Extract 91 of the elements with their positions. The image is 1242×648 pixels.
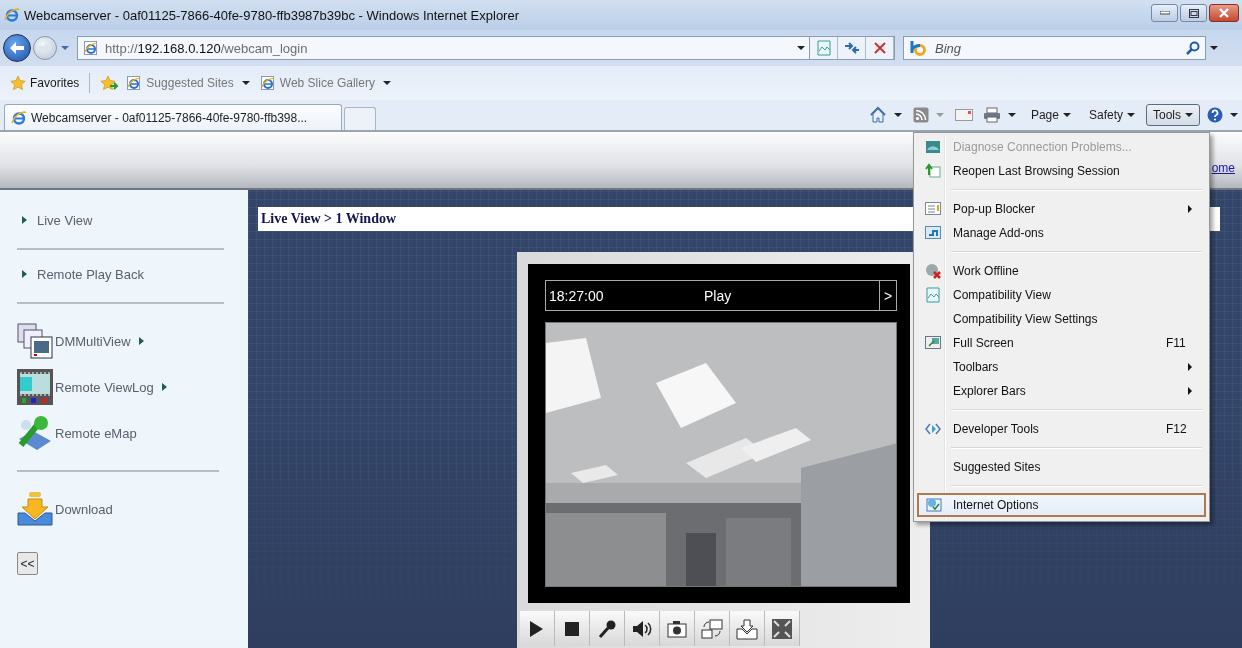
home-icon: [868, 106, 887, 124]
close-icon: [1219, 8, 1229, 18]
maximize-icon: [1188, 8, 1199, 18]
caret-icon[interactable]: [797, 46, 805, 50]
favorites-button[interactable]: Favorites: [10, 75, 80, 91]
collapse-button[interactable]: <<: [17, 552, 38, 575]
caret-icon[interactable]: [1210, 46, 1218, 50]
window-warning-icon: [925, 201, 941, 217]
browser-logo-icon: [4, 7, 20, 23]
star-icon: [10, 75, 26, 91]
feed-icon: [912, 107, 929, 123]
time-text: 18:27:00: [548, 287, 605, 304]
map-pin-icon: [17, 415, 53, 451]
stop-button[interactable]: [555, 611, 590, 646]
command-menu-button[interactable]: Tools: [1146, 104, 1200, 126]
submenu-arrow-icon: [1188, 363, 1192, 371]
caret-icon[interactable]: [1007, 113, 1016, 117]
status-text: Play: [703, 287, 733, 304]
sidebar-link[interactable]: Live View: [17, 210, 224, 250]
download-tray-icon: [17, 491, 53, 527]
back-button[interactable]: [3, 34, 31, 62]
refresh-arrows-icon: [843, 41, 860, 55]
search-input[interactable]: Bing: [933, 39, 1182, 57]
sidebar-link[interactable]: Remote ViewLog: [17, 364, 219, 410]
arrow-icon: [138, 337, 144, 345]
globe-cross-icon: [925, 263, 941, 279]
globe-check-icon: [926, 497, 942, 513]
sidebar-link[interactable]: Remote eMap: [17, 410, 219, 472]
code-brackets-icon: [925, 421, 941, 437]
expand-arrows-icon: [771, 617, 793, 640]
sidebar-link[interactable]: DMMultiView: [17, 318, 219, 364]
search-field[interactable]: Bing: [903, 36, 1206, 60]
caret-icon[interactable]: [893, 113, 902, 117]
browser-tab[interactable]: Webcamserver - 0af01125-7866-40fe-9780-ffb398...: [4, 104, 342, 130]
submenu-arrow-icon: [1188, 387, 1192, 395]
search-icon[interactable]: [1186, 41, 1200, 55]
menu-item[interactable]: Compatibility View Settings: [917, 307, 1206, 331]
menu-item[interactable]: Internet Options: [917, 493, 1206, 517]
broken-page-icon: [816, 40, 831, 56]
refresh-button[interactable]: [838, 37, 866, 59]
microphone-button[interactable]: [590, 611, 625, 646]
sidebar-link[interactable]: Download: [17, 486, 219, 532]
next-button[interactable]: >: [879, 281, 896, 310]
menu-item[interactable]: Explorer Bars: [917, 379, 1206, 403]
command-menu-button[interactable]: Page: [1023, 104, 1078, 126]
film-player-icon: [17, 369, 53, 405]
swap-windows-icon: [701, 617, 723, 640]
url-text: http://192.168.0.120/webcam_login: [105, 40, 308, 56]
arrow-icon: [22, 216, 27, 224]
menu-item[interactable]: Full Screen F11: [917, 331, 1206, 355]
browser-page-icon: [83, 40, 99, 56]
envelope-icon: [954, 108, 973, 122]
snapshot-button[interactable]: [660, 611, 695, 646]
back-arrow-icon: [9, 41, 25, 55]
minimize-icon: [1159, 11, 1170, 15]
printer-icon: [982, 107, 1001, 123]
menu-item[interactable]: Work Offline: [917, 259, 1206, 283]
favorites-link[interactable]: Suggested Sites: [126, 75, 254, 91]
address-field[interactable]: http://192.168.0.120/webcam_login: [77, 36, 810, 60]
menu-item[interactable]: Developer Tools F12: [917, 417, 1206, 441]
arrow-icon: [161, 383, 167, 391]
submenu-arrow-icon: [1188, 205, 1192, 213]
favorites-link[interactable]: Web Slice Gallery: [259, 75, 395, 91]
fullscreen-button[interactable]: [765, 611, 800, 646]
download-tray-icon: [736, 617, 758, 640]
browser-logo-icon: [11, 109, 27, 126]
sidebar-link[interactable]: Remote Play Back: [17, 264, 224, 304]
save-button[interactable]: [730, 611, 765, 646]
caret-icon[interactable]: [1230, 113, 1238, 117]
browser-page-icon: [126, 75, 143, 91]
command-menu-button[interactable]: Safety: [1081, 104, 1142, 126]
add-favorite-icon[interactable]: [100, 75, 121, 91]
arrow-icon: [22, 270, 27, 278]
menu-item[interactable]: Suggested Sites: [917, 455, 1206, 479]
menu-item[interactable]: Toolbars: [917, 355, 1206, 379]
broken-page-icon: [925, 287, 941, 303]
close-button[interactable]: [1209, 4, 1239, 22]
play-button[interactable]: [520, 611, 555, 646]
browser-page-icon: [259, 75, 276, 91]
stop-cross-icon: [873, 42, 886, 54]
search-engine-logo-icon: [909, 40, 929, 56]
menu-item[interactable]: Reopen Last Browsing Session: [917, 159, 1206, 183]
header-link[interactable]: ome: [1211, 161, 1235, 175]
speaker-button[interactable]: [625, 611, 660, 646]
help-icon: [1207, 107, 1223, 123]
window-title: Webcamserver - 0af01125-7866-40fe-9780-ffb3987b39bc - Windows Internet Explorer: [24, 7, 519, 23]
switch-window-button[interactable]: [695, 611, 730, 646]
menu-item[interactable]: Compatibility View: [917, 283, 1206, 307]
arrow-document-icon: [925, 163, 941, 179]
maximize-button[interactable]: [1180, 4, 1207, 22]
stacked-windows-icon: [17, 323, 53, 359]
